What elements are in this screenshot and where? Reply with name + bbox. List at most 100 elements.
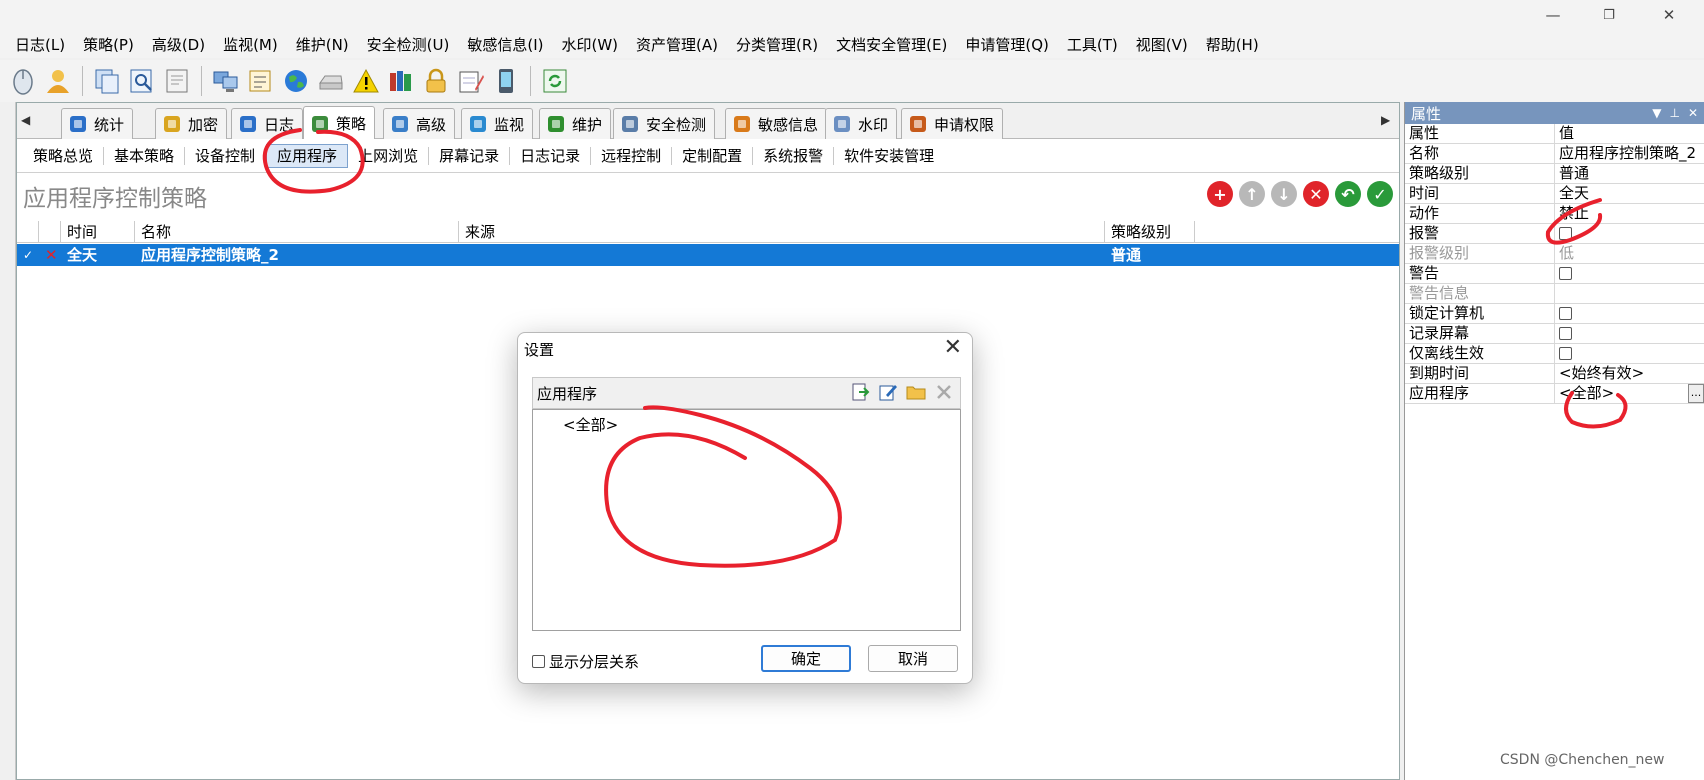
application-list[interactable]: <全部> (532, 409, 961, 631)
remove-icon[interactable] (934, 382, 954, 406)
menu-item-11[interactable]: 申请管理(Q) (956, 34, 1058, 55)
notepad-icon[interactable] (456, 65, 486, 97)
tab-sensitive[interactable]: 敏感信息 (725, 108, 828, 139)
property-row[interactable]: 仅离线生效 (1405, 344, 1704, 364)
property-checkbox[interactable] (1559, 227, 1572, 240)
report-icon[interactable] (162, 65, 192, 97)
subtab-6[interactable]: 日志记录 (510, 146, 592, 165)
menu-item-4[interactable]: 维护(N) (287, 34, 358, 55)
close-window-button[interactable]: ✕ (1646, 0, 1692, 30)
menu-item-9[interactable]: 分类管理(R) (727, 34, 827, 55)
property-value[interactable]: <全部>... (1555, 384, 1704, 403)
tab-monitor[interactable]: 监视 (461, 108, 534, 139)
tab-apply[interactable]: 申请权限 (901, 108, 1004, 139)
delete-policy-button[interactable]: ✕ (1303, 181, 1329, 207)
property-row[interactable]: 时间 全天 (1405, 184, 1704, 204)
close-panel-icon[interactable]: ✕ (1688, 106, 1698, 120)
tab-chart[interactable]: 统计 (61, 108, 134, 139)
property-checkbox[interactable] (1559, 307, 1572, 320)
subtab-7[interactable]: 远程控制 (591, 146, 673, 165)
subtab-4[interactable]: 上网浏览 (348, 146, 430, 165)
menu-item-14[interactable]: 帮助(H) (1197, 34, 1268, 55)
property-value[interactable] (1555, 224, 1704, 243)
checkbox-box[interactable] (532, 655, 545, 668)
menu-item-8[interactable]: 资产管理(A) (627, 34, 727, 55)
minimize-button[interactable]: — (1530, 0, 1576, 30)
maximize-button[interactable]: ❐ (1586, 0, 1632, 30)
subtab-10[interactable]: 软件安装管理 (834, 147, 944, 165)
browse-button[interactable]: ... (1688, 384, 1704, 403)
property-value[interactable] (1555, 304, 1704, 323)
property-value[interactable]: 普通 (1555, 164, 1704, 183)
property-row[interactable]: 到期时间 <始终有效> (1405, 364, 1704, 384)
menu-item-7[interactable]: 水印(W) (553, 34, 628, 55)
property-value[interactable] (1555, 284, 1704, 303)
col-name[interactable]: 名称 (135, 221, 459, 242)
table-row[interactable]: ✓ ✕ 全天 应用程序控制策略_2 普通 (17, 244, 1399, 266)
menu-item-0[interactable]: 日志(L) (6, 34, 74, 55)
add-policy-button[interactable]: + (1207, 181, 1233, 207)
edit-icon[interactable] (878, 382, 898, 406)
show-hierarchy-checkbox[interactable]: 显示分层关系 (532, 651, 639, 672)
tab-log[interactable]: 日志 (231, 108, 304, 139)
preview-icon[interactable] (127, 65, 157, 97)
move-up-button[interactable]: ↑ (1239, 181, 1265, 207)
col-source[interactable]: 来源 (459, 221, 1105, 242)
undo-button[interactable]: ↶ (1335, 181, 1361, 207)
property-value[interactable]: <始终有效> (1555, 364, 1704, 383)
subtab-2[interactable]: 设备控制 (185, 146, 267, 165)
mouse-icon[interactable] (8, 65, 38, 97)
property-value[interactable]: 应用程序控制策略_2 (1555, 144, 1704, 163)
property-value[interactable]: 低 (1555, 244, 1704, 263)
lock-icon[interactable] (421, 65, 451, 97)
subtab-0[interactable]: 策略总览 (23, 146, 105, 165)
dialog-close-button[interactable]: ✕ (944, 335, 962, 360)
copy-icon[interactable] (92, 65, 122, 97)
dropdown-icon[interactable]: ▼ (1652, 106, 1661, 120)
tab-advanced[interactable]: 高级 (383, 108, 456, 139)
edit-list-icon[interactable] (246, 65, 276, 97)
property-row[interactable]: 警告信息 (1405, 284, 1704, 304)
property-row[interactable]: 应用程序 <全部>... (1405, 384, 1704, 404)
list-item[interactable]: <全部> (563, 414, 618, 435)
tab-maintain[interactable]: 维护 (539, 108, 612, 139)
property-row[interactable]: 策略级别 普通 (1405, 164, 1704, 184)
property-value[interactable] (1555, 324, 1704, 343)
computers-icon[interactable] (211, 65, 241, 97)
property-checkbox[interactable] (1559, 267, 1572, 280)
subtab-9[interactable]: 系统报警 (753, 146, 835, 165)
menu-item-13[interactable]: 视图(V) (1127, 34, 1197, 55)
tab-scroll-left-icon[interactable]: ◀ (21, 113, 30, 127)
menu-item-10[interactable]: 文档安全管理(E) (827, 34, 956, 55)
col-level[interactable]: 策略级别 (1105, 221, 1195, 242)
books-icon[interactable] (386, 65, 416, 97)
cancel-button[interactable]: 取消 (868, 645, 958, 672)
import-icon[interactable] (850, 382, 870, 406)
property-row[interactable]: 动作 禁止 (1405, 204, 1704, 224)
property-row[interactable]: 名称 应用程序控制策略_2 (1405, 144, 1704, 164)
tab-scan[interactable]: 安全检测 (613, 108, 716, 139)
folder-icon[interactable] (906, 382, 926, 406)
col-time[interactable]: 时间 (61, 221, 135, 242)
menu-item-1[interactable]: 策略(P) (74, 34, 143, 55)
apply-button[interactable]: ✓ (1367, 181, 1393, 207)
subtab-8[interactable]: 定制配置 (672, 146, 754, 165)
menu-item-5[interactable]: 安全检测(U) (358, 34, 459, 55)
pin-icon[interactable]: ⊥ (1669, 106, 1679, 120)
move-down-button[interactable]: ↓ (1271, 181, 1297, 207)
property-row[interactable]: 警告 (1405, 264, 1704, 284)
subtab-3[interactable]: 应用程序 (266, 143, 349, 168)
user-icon[interactable] (43, 65, 73, 97)
phone-icon[interactable] (491, 65, 521, 97)
property-value[interactable]: 禁止 (1555, 204, 1704, 223)
tab-policy[interactable]: 策略 (303, 106, 376, 140)
property-row[interactable]: 报警 (1405, 224, 1704, 244)
tab-watermark[interactable]: 水印 (825, 108, 898, 139)
ok-button[interactable]: 确定 (761, 645, 851, 672)
menu-item-3[interactable]: 监视(M) (214, 34, 287, 55)
property-checkbox[interactable] (1559, 347, 1572, 360)
property-row[interactable]: 报警级别低 (1405, 244, 1704, 264)
property-value[interactable] (1555, 344, 1704, 363)
property-value[interactable]: 全天 (1555, 184, 1704, 203)
menu-item-2[interactable]: 高级(D) (143, 34, 214, 55)
